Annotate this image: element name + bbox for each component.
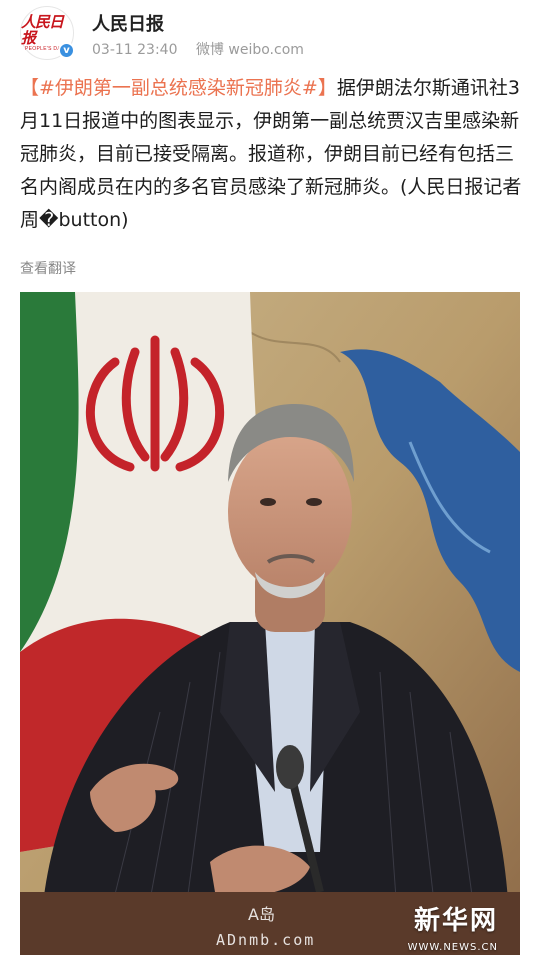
translate-link[interactable]: 查看翻译 bbox=[20, 258, 76, 278]
post-header: 人民日报 PEOPLE'S DAILY v 人民日报 03-11 23:40 微… bbox=[20, 6, 520, 64]
account-name[interactable]: 人民日报 bbox=[92, 10, 164, 36]
post-time: 03-11 23:40 bbox=[92, 42, 178, 58]
post-meta: 03-11 23:40 微博 weibo.com bbox=[92, 39, 318, 59]
hashtag-bracket-close: 】 bbox=[317, 77, 337, 99]
hashtag-link[interactable]: #伊朗第一副总统感染新冠肺炎# bbox=[39, 77, 318, 99]
watermark-ad: ADnmb.com bbox=[216, 931, 316, 949]
post-source: 微博 weibo.com bbox=[195, 42, 304, 58]
verified-badge-icon: v bbox=[58, 42, 75, 59]
avatar-logo: 人民日报 bbox=[21, 12, 64, 47]
post-image[interactable]: A岛 ADnmb.com 新华网 WWW.NEWS.CN bbox=[20, 292, 520, 955]
post-body-text: 据伊朗法尔斯通讯社3月11日报道中的图表显示，伊朗第一副总统贾汉吉里感染新冠肺炎… bbox=[20, 77, 522, 231]
watermark-ad-top: A岛 bbox=[248, 905, 275, 924]
watermark-brand: 新华网 bbox=[413, 906, 498, 936]
photo-illustration bbox=[20, 292, 520, 955]
post-body: 【#伊朗第一副总统感染新冠肺炎#】据伊朗法尔斯通讯社3月11日报道中的图表显示，… bbox=[20, 72, 525, 237]
watermark-url: WWW.NEWS.CN bbox=[407, 942, 498, 953]
hashtag-bracket-open: 【 bbox=[20, 77, 40, 99]
